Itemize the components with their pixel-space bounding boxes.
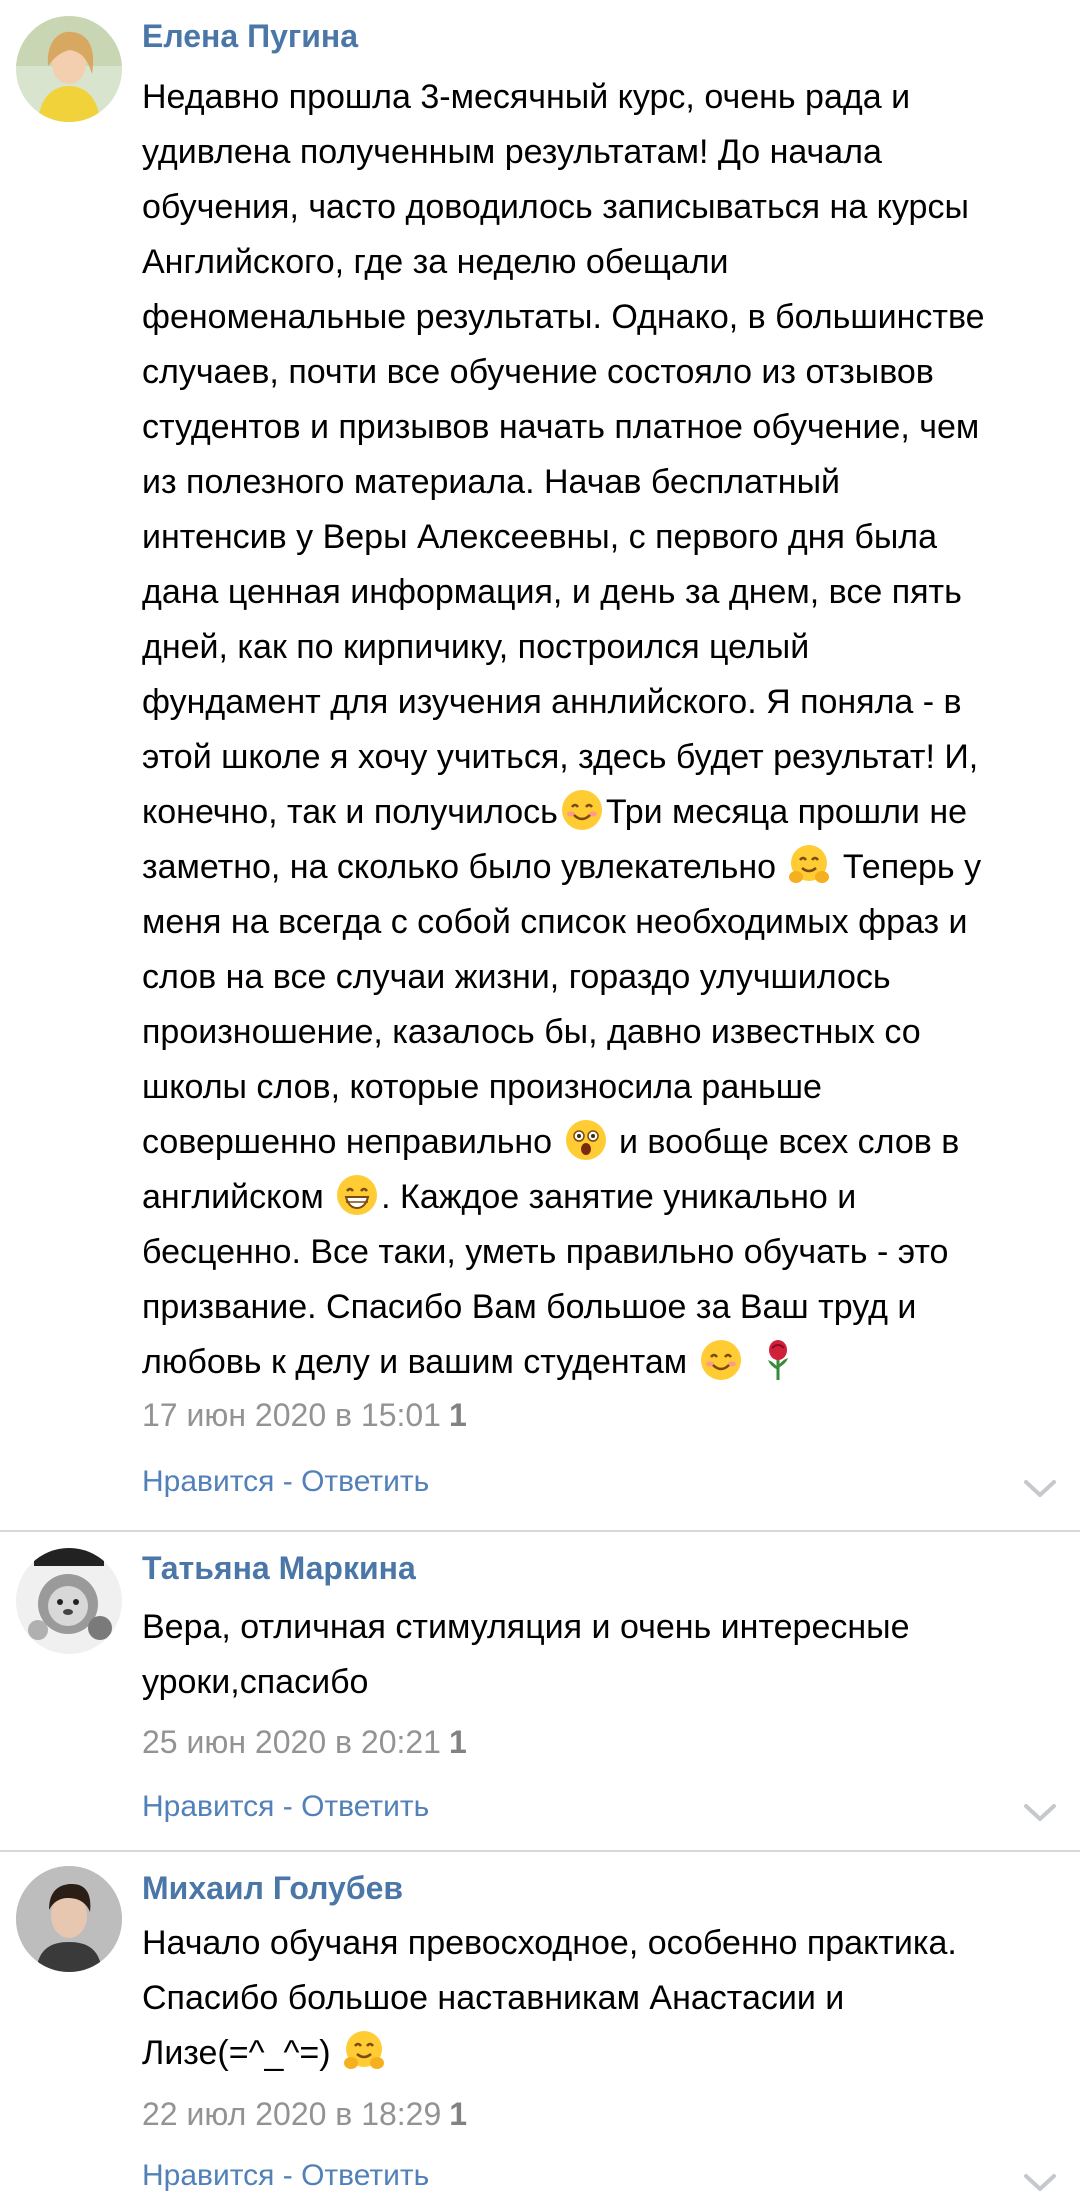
text-line: Лизе(=^_^=): [142, 2026, 1067, 2081]
text-line: интенсив у Веры Алексеевны, с первого дн…: [142, 518, 938, 556]
rose-emoji-icon: [756, 1338, 789, 1382]
like-button[interactable]: Нравится: [142, 2159, 274, 2192]
comment-text: Начало обучаня превосходное, особенно пр…: [142, 1916, 1067, 2081]
astonished-face-emoji-icon: [564, 1118, 608, 1162]
text-line: Недавно прошла 3-месячный курс, очень ра…: [142, 78, 911, 116]
text-fragment: совершенно неправильно: [142, 1123, 562, 1161]
text-fragment: Теперь у: [833, 848, 982, 886]
likes-count: 1: [448, 1724, 467, 1760]
smiling-face-emoji-icon: [699, 1338, 743, 1382]
date-text[interactable]: 25 июн 2020 в 20:21: [142, 1724, 441, 1760]
chevron-down-icon[interactable]: [1022, 2172, 1058, 2194]
cartoon-lion-avatar-icon: [16, 1548, 122, 1654]
likes-count: 1: [448, 1397, 467, 1433]
user-avatar-photo-icon: [16, 16, 122, 122]
comment-item: Михаил Голубев Начало обучаня превосходн…: [0, 1852, 1080, 2200]
avatar[interactable]: [16, 1866, 122, 1972]
text-fragment: [745, 1343, 754, 1381]
text-line: уроки,спасибо: [142, 1663, 369, 1701]
date-text[interactable]: 17 июн 2020 в 15:01: [142, 1397, 441, 1433]
text-line: дана ценная информация, и день за днем, …: [142, 573, 962, 611]
comment-text: Недавно прошла 3-месячный курс, очень ра…: [142, 70, 1067, 1390]
likes-count: 1: [449, 2096, 468, 2132]
avatar[interactable]: [16, 16, 122, 122]
action-separator: -: [274, 2159, 302, 2192]
comment-actions: Нравится - Ответить: [142, 2156, 429, 2196]
text-line: фундамент для изучения аннлийского. Я по…: [142, 683, 962, 721]
reply-button[interactable]: Ответить: [301, 1465, 429, 1498]
chevron-down-icon[interactable]: [1022, 1802, 1058, 1824]
reply-button[interactable]: Ответить: [301, 2159, 429, 2192]
text-line: студентов и призывов начать платное обуч…: [142, 408, 980, 446]
comment-actions: Нравится - Ответить: [142, 1462, 429, 1502]
action-separator: -: [274, 1465, 302, 1498]
chevron-down-icon[interactable]: [1022, 1478, 1058, 1500]
text-fragment: . Каждое занятие уникально и: [381, 1178, 857, 1216]
text-line: конечно, так и получилось Три месяца прош…: [142, 785, 1067, 840]
text-fragment: Три месяца прошли не: [605, 793, 968, 831]
text-fragment: английском: [142, 1178, 334, 1216]
text-fragment: любовь к делу и вашим студентам: [142, 1343, 697, 1381]
text-line: совершенно неправильно и вообще всех сло…: [142, 1115, 1067, 1170]
comment-date: 17 июн 2020 в 15:01 1: [142, 1395, 467, 1435]
comment-author[interactable]: Михаил Голубев: [142, 1868, 403, 1908]
hugging-face-emoji-icon: [342, 2029, 386, 2073]
comment-date: 22 июл 2020 в 18:29 1: [142, 2094, 467, 2134]
user-avatar-photo-icon: [16, 1866, 122, 1972]
text-line: этой школе я хочу учиться, здесь будет р…: [142, 738, 979, 776]
hugging-face-emoji-icon: [787, 843, 831, 887]
comment-item: Татьяна Маркина Вера, отличная стимуляци…: [0, 1532, 1080, 1850]
comment-text: Вера, отличная стимуляция и очень интере…: [142, 1600, 1067, 1710]
text-line: Английского, где за неделю обещали: [142, 243, 729, 281]
text-line: слов на все случаи жизни, гораздо улучши…: [142, 958, 891, 996]
text-line: заметно, на сколько было увлекательно Те…: [142, 840, 1067, 895]
text-line: случаев, почти все обучение состояло из …: [142, 353, 934, 391]
text-line: Вера, отличная стимуляция и очень интере…: [142, 1608, 910, 1646]
text-line: Начало обучаня превосходное, особенно пр…: [142, 1924, 957, 1962]
text-line: удивлена полученным результатам! До нача…: [142, 133, 882, 171]
text-line: произношение, казалось бы, давно известн…: [142, 1013, 921, 1051]
reply-button[interactable]: Ответить: [301, 1790, 429, 1823]
comment-actions: Нравится - Ответить: [142, 1787, 429, 1827]
text-fragment: заметно, на сколько было увлекательно: [142, 848, 786, 886]
date-text[interactable]: 22 июл 2020 в 18:29: [142, 2096, 441, 2132]
text-line: английском . Каждое занятие уникально и: [142, 1170, 1067, 1225]
text-line: меня на всегда с собой список необходимы…: [142, 903, 968, 941]
text-fragment: и вообще всех слов в: [609, 1123, 960, 1161]
text-fragment: конечно, так и получилось: [142, 793, 558, 831]
text-fragment: Лизе(=^_^=): [142, 2034, 341, 2072]
like-button[interactable]: Нравится: [142, 1790, 274, 1823]
text-line: бесценно. Все таки, уметь правильно обуч…: [142, 1233, 949, 1271]
comment-author[interactable]: Елена Пугина: [142, 16, 358, 56]
grinning-face-emoji-icon: [335, 1173, 379, 1217]
text-line: Спасибо большое наставникам Анастасии и: [142, 1979, 845, 2017]
text-line: феноменальные результаты. Однако, в боль…: [142, 298, 985, 336]
like-button[interactable]: Нравится: [142, 1465, 274, 1498]
avatar[interactable]: [16, 1548, 122, 1654]
text-line: школы слов, которые произносила раньше: [142, 1068, 822, 1106]
smiling-face-emoji-icon: [560, 788, 604, 832]
text-line: призвание. Спасибо Вам большое за Ваш тр…: [142, 1288, 917, 1326]
text-line: дней, как по кирпичику, построился целый: [142, 628, 810, 666]
comment-date: 25 июн 2020 в 20:21 1: [142, 1722, 467, 1762]
text-line: из полезного материала. Начав бесплатный: [142, 463, 841, 501]
comment-item: Елена Пугина Недавно прошла 3-месячный к…: [0, 0, 1080, 1530]
action-separator: -: [274, 1790, 302, 1823]
comment-author[interactable]: Татьяна Маркина: [142, 1548, 416, 1588]
text-line: обучения, часто доводилось записываться …: [142, 188, 969, 226]
text-line: любовь к делу и вашим студентам: [142, 1335, 1067, 1390]
